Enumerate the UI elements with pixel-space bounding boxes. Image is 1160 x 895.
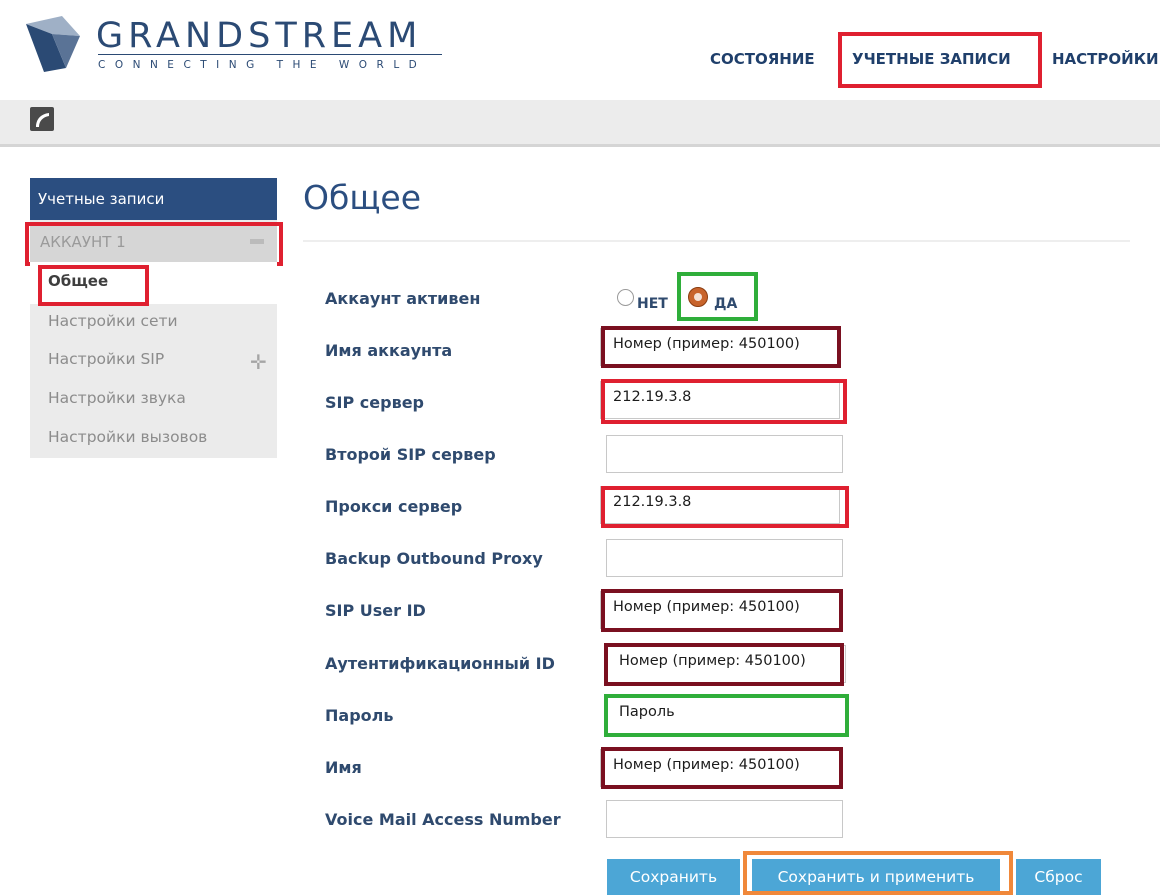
nav-status[interactable]: СОСТОЯНИЕ [710,50,815,68]
save-apply-button[interactable]: Сохранить и применить [752,859,1000,895]
field-label-secondary-sip: Второй SIP сервер [325,445,496,464]
voicemail-input[interactable] [606,800,843,838]
auth-id-input[interactable]: Номер (пример: 450100) [606,645,846,683]
title-divider [303,240,1130,242]
field-label-account-name: Имя аккаунта [325,341,453,360]
brand-name: GRANDSTREAM [96,16,423,56]
sidebar-item-audio[interactable]: Настройки звука [48,389,186,407]
field-label-voicemail: Voice Mail Access Number [325,810,561,829]
sidebar-item-calls[interactable]: Настройки вызовов [48,428,207,446]
field-label-password: Пароль [325,706,394,725]
sidebar-account[interactable]: АККАУНТ 1 [30,222,277,262]
sidebar-title: Учетные записи [30,178,277,220]
field-label-name: Имя [325,758,362,777]
radio-yes-dot [694,293,702,301]
sidebar-item-general[interactable]: Общее [30,262,277,304]
nav-accounts[interactable]: УЧЕТНЫЕ ЗАПИСИ [852,50,1011,68]
grandstream-logo: GRANDSTREAM CONNECTING THE WORLD [22,10,452,80]
secondary-sip-input[interactable] [606,435,843,473]
field-label-sip-server: SIP сервер [325,393,424,412]
page-title: Общее [303,178,422,217]
save-button[interactable]: Сохранить [607,859,740,895]
field-label-proxy: Прокси сервер [325,497,463,516]
proxy-input[interactable]: 212.19.3.8 [600,486,840,524]
field-label-auth-id: Аутентификационный ID [325,654,555,673]
collapse-icon[interactable] [250,239,264,244]
field-label-backup-proxy: Backup Outbound Proxy [325,549,543,568]
sidebar-item-network[interactable]: Настройки сети [48,312,178,330]
logo-emblem-icon [26,16,80,72]
phone-icon[interactable] [30,107,54,131]
expand-icon[interactable]: ✛ [250,352,267,372]
backup-proxy-input[interactable] [606,539,843,577]
sip-server-input[interactable]: 212.19.3.8 [600,381,840,419]
nav-settings[interactable]: НАСТРОЙКИ [1052,50,1159,68]
logo-divider [98,54,442,55]
radio-no-label[interactable]: НЕТ [637,296,668,312]
toolbar [0,100,1160,147]
field-label-sip-user-id: SIP User ID [325,601,426,620]
account-name-input[interactable]: Номер (пример: 450100) [600,328,840,366]
radio-yes-label[interactable]: ДА [714,296,737,312]
sip-user-id-input[interactable]: Номер (пример: 450100) [600,591,840,629]
sidebar-item-sip[interactable]: Настройки SIP [48,350,164,368]
password-input[interactable]: Пароль [606,696,846,734]
name-input[interactable]: Номер (пример: 450100) [600,749,840,787]
account-active-label: Аккаунт активен [325,289,481,308]
radio-no[interactable] [617,289,634,306]
reset-button[interactable]: Сброс [1016,859,1101,895]
brand-tagline: CONNECTING THE WORLD [98,59,427,71]
